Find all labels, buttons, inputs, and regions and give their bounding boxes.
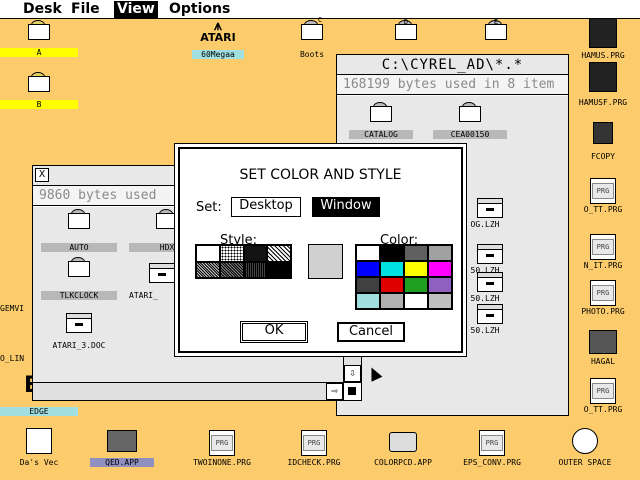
drive-c-letter: C [317,16,323,24]
typewriter-icon [107,430,137,452]
window-c-info: 168199 bytes used in 8 item [337,75,568,95]
color-swatch[interactable] [404,293,428,309]
color-swatch[interactable] [356,293,380,309]
color-swatch[interactable] [380,245,404,261]
eps-conv-icon[interactable]: PRG EPS_CONV.PRG [452,428,532,468]
menu-file[interactable]: File [68,1,103,18]
cea00150-folder[interactable]: CEA00150 [433,102,507,140]
drive-a-label: A [0,48,78,57]
color-swatch[interactable] [428,293,452,309]
twoinone-icon[interactable]: PRG TWOINONE.PRG [180,428,264,468]
pattern-swatch[interactable] [267,261,291,278]
pattern-swatch[interactable] [196,245,220,262]
menu-options[interactable]: Options [166,1,233,18]
atari-file[interactable]: ATARI_ [129,261,177,301]
resize-icon[interactable] [343,382,361,400]
color-swatch[interactable] [380,261,404,277]
atari-drive-icon[interactable]: ⩚ ATARI 60Megaa [192,18,244,60]
space-icon [572,428,598,454]
qed-icon[interactable]: QED.APP [90,428,154,468]
hagal-icon[interactable]: HAGAL [566,330,640,366]
floppy-icon [593,122,613,144]
ok-button[interactable]: OK [240,321,308,343]
color-swatch[interactable] [356,261,380,277]
tlkclock-folder[interactable]: TLKCLOCK [41,257,117,301]
camera-icon [389,432,417,452]
color-swatch[interactable] [380,293,404,309]
color-swatch[interactable] [404,277,428,293]
pattern-swatch[interactable] [196,261,220,278]
catalog-folder[interactable]: CATALOG [349,102,413,140]
drive-b-label: B [0,100,78,109]
photo-icon[interactable]: PRG PHOTO.PRG [566,278,640,318]
style-preview [308,244,343,279]
o-tt-2-icon[interactable]: PRG O_TT.PRG [566,376,640,416]
hamus-icon[interactable]: HAMUS.PRG [566,18,640,62]
o-tt-icon[interactable]: PRG O_TT.PRG [566,176,640,216]
color-palette-grid [355,244,453,310]
window-c-title: C:\CYREL_AD\*.* [381,57,524,73]
dialog-frame: SET COLOR AND STYLE Set: Desktop Window … [178,147,463,353]
boots-label: Boots [299,50,325,59]
auto-folder[interactable]: AUTO [41,209,117,253]
o-lin-icon[interactable]: O_LIN [0,352,34,366]
pattern-swatch[interactable] [243,245,268,262]
color-swatch[interactable] [404,261,428,277]
drive-e-icon[interactable]: E [470,18,522,54]
color-swatch[interactable] [356,245,380,261]
desktop-button[interactable]: Desktop [231,197,301,217]
atari-3-doc-file[interactable]: ATARI_3.DOC [41,311,117,355]
style-pattern-grid [195,244,292,279]
atari-drive-label: 60Megaa [192,50,244,59]
window-button[interactable]: Window [312,197,380,217]
color-swatch[interactable] [428,245,452,261]
n-it-icon[interactable]: PRG N_IT.PRG [566,232,640,272]
atari-logo-icon: ⩚ ATARI [200,18,236,44]
das-vec-icon[interactable]: Da's Vec [0,428,78,468]
cancel-button[interactable]: Cancel [337,322,405,342]
idcheck-icon[interactable]: PRG IDCHECK.PRG [276,428,352,468]
hamusf-icon[interactable]: HAMUSF.PRG [566,62,640,110]
set-color-style-dialog: SET COLOR AND STYLE Set: Desktop Window … [174,143,467,357]
pattern-swatch[interactable] [219,261,244,278]
drive-d-icon[interactable]: D [380,18,432,54]
pattern-swatch[interactable] [267,245,291,262]
colorpcd-icon[interactable]: COLORPCD.APP [360,428,446,468]
color-swatch[interactable] [404,245,428,261]
window-c-titlebar[interactable]: C:\CYREL_AD\*.* [337,55,568,75]
color-swatch[interactable] [428,277,452,293]
scroll-right-icon[interactable]: ⇨ [326,383,343,400]
set-label: Set: [196,200,222,215]
menu-desk[interactable]: Desk [20,1,65,18]
color-swatch[interactable] [428,261,452,277]
pattern-swatch[interactable] [219,245,244,262]
scroll-down-icon[interactable]: ⇩ [344,365,361,382]
pattern-swatch[interactable] [243,261,268,278]
close-icon[interactable]: X [35,168,49,182]
menu-view[interactable]: View [114,1,158,18]
window-b-horizontal-scrollbar[interactable]: ⇨ [33,382,343,400]
fcopy-icon[interactable]: FCOPY [566,120,640,164]
drive-a-icon[interactable]: A [0,18,78,60]
gemvi-icon[interactable]: GEMVI [0,302,34,316]
color-swatch[interactable] [356,277,380,293]
drive-b-icon[interactable]: B [0,70,78,112]
dialog-title: SET COLOR AND STYLE [239,167,402,183]
color-swatch[interactable] [380,277,404,293]
outer-space-icon[interactable]: OUTER SPACE [544,428,626,468]
